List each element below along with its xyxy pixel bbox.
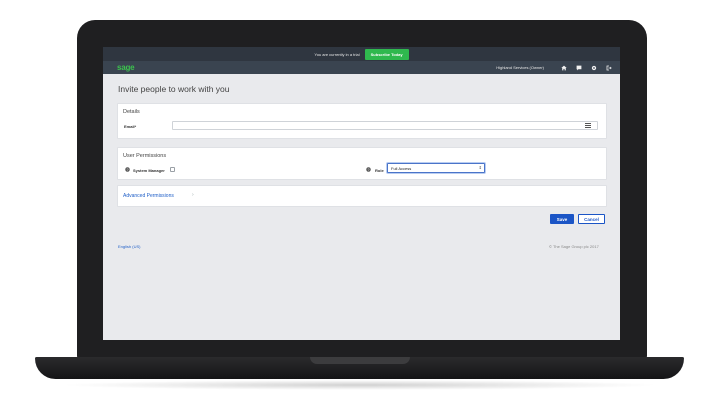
permissions-card: User Permissions ? System Manager ? Role… bbox=[117, 147, 607, 180]
role-select[interactable]: Full Access ⇕ bbox=[387, 163, 485, 173]
cancel-button[interactable]: Cancel bbox=[578, 214, 605, 224]
top-nav: sage Highland Services (Owner) bbox=[103, 61, 620, 74]
system-manager-label: System Manager bbox=[133, 167, 165, 173]
system-manager-checkbox[interactable] bbox=[170, 166, 175, 172]
email-field[interactable] bbox=[172, 121, 598, 130]
chat-icon[interactable] bbox=[576, 65, 582, 71]
details-card: Details Email* bbox=[117, 103, 607, 139]
logout-icon[interactable] bbox=[606, 65, 612, 71]
laptop-notch bbox=[310, 357, 410, 364]
svg-text:?: ? bbox=[368, 168, 370, 172]
trial-banner: You are currently in a trial Subscribe T… bbox=[103, 47, 620, 61]
advanced-permissions-link[interactable]: Advanced Permissions bbox=[123, 193, 174, 199]
permissions-heading: User Permissions bbox=[123, 153, 167, 159]
role-help-icon[interactable]: ? bbox=[366, 167, 371, 172]
sage-logo[interactable]: sage bbox=[117, 63, 135, 72]
system-manager-help-icon[interactable]: ? bbox=[125, 167, 130, 172]
role-label: Role bbox=[375, 167, 384, 173]
email-label: Email* bbox=[124, 124, 137, 129]
select-arrows-icon: ⇕ bbox=[478, 165, 482, 170]
role-selected-value: Full Access bbox=[391, 165, 412, 171]
app-screen: You are currently in a trial Subscribe T… bbox=[103, 47, 620, 340]
subscribe-button[interactable]: Subscribe Today bbox=[364, 48, 409, 60]
trial-message: You are currently in a trial bbox=[314, 51, 360, 57]
home-icon[interactable] bbox=[561, 65, 567, 71]
advanced-permissions-card: Advanced Permissions › bbox=[117, 185, 607, 207]
details-heading: Details bbox=[123, 109, 140, 115]
nav-actions: Highland Services (Owner) bbox=[496, 65, 612, 71]
language-selector[interactable]: English (US) bbox=[118, 244, 140, 249]
business-switcher[interactable]: Highland Services (Owner) bbox=[496, 65, 544, 70]
chevron-right-icon[interactable]: › bbox=[192, 192, 194, 198]
save-button[interactable]: Save bbox=[550, 214, 574, 224]
copyright-text: © The Sage Group plc 2017 bbox=[549, 244, 599, 249]
svg-text:?: ? bbox=[127, 168, 129, 172]
gear-icon[interactable] bbox=[591, 65, 597, 71]
laptop-shadow bbox=[60, 380, 660, 390]
page-title: Invite people to work with you bbox=[118, 84, 230, 94]
contacts-menu-icon[interactable] bbox=[585, 123, 591, 128]
